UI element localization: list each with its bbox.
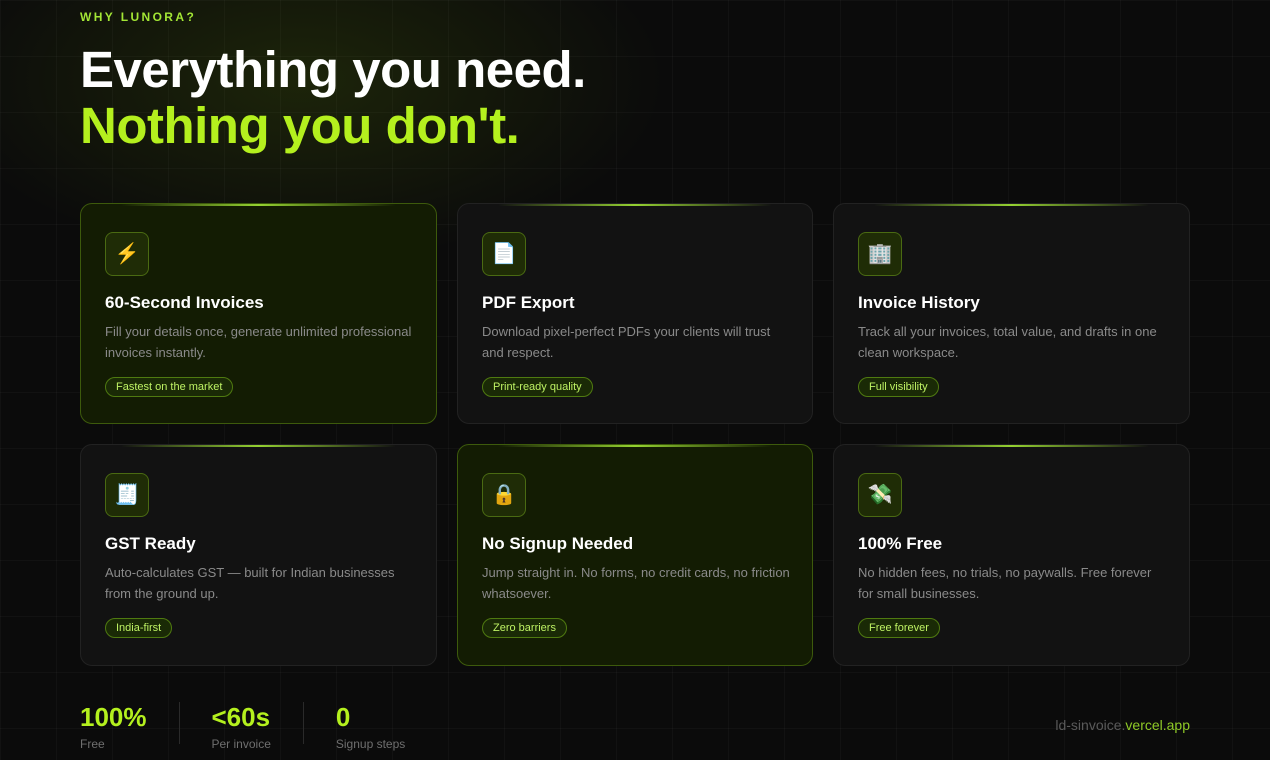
feature-title: GST Ready bbox=[105, 534, 196, 553]
feature-description: No hidden fees, no trials, no paywalls. … bbox=[858, 565, 1152, 601]
feature-title: 60-Second Invoices bbox=[105, 293, 264, 312]
receipt-icon: 🧾 bbox=[105, 473, 149, 517]
stat-label: Free bbox=[80, 737, 105, 751]
feature-badge: India-first bbox=[105, 618, 173, 638]
section-eyebrow: WHY LUNORA? bbox=[80, 10, 197, 24]
feature-card-100-free: 💸 100% Free No hidden fees, no trials, n… bbox=[833, 444, 1190, 666]
stat-free: 100% Free bbox=[80, 702, 179, 751]
feature-badge: Print-ready quality bbox=[482, 377, 593, 397]
headline-line-2: Nothing you don't. bbox=[80, 97, 520, 154]
feature-description: Download pixel-perfect PDFs your clients… bbox=[482, 324, 771, 360]
feature-title: 100% Free bbox=[858, 534, 943, 553]
feature-card-gst-ready: 🧾 GST Ready Auto-calculates GST — built … bbox=[80, 444, 437, 666]
feature-description: Auto-calculates GST — built for Indian b… bbox=[105, 565, 395, 601]
feature-title: PDF Export bbox=[482, 293, 575, 312]
feature-description: Track all your invoices, total value, an… bbox=[858, 324, 1157, 360]
stat-value: <60s bbox=[211, 702, 271, 732]
feature-title: Invoice History bbox=[858, 293, 980, 312]
headline-line-1: Everything you need. bbox=[80, 41, 586, 98]
domain-prefix: ld-sinvoice. bbox=[1055, 717, 1126, 733]
feature-badge: Zero barriers bbox=[482, 618, 567, 638]
feature-description: Jump straight in. No forms, no credit ca… bbox=[482, 565, 790, 601]
document-icon: 📄 bbox=[482, 232, 526, 276]
feature-card-60-second-invoices: ⚡ 60-Second Invoices Fill your details o… bbox=[80, 203, 437, 424]
feature-badge: Fastest on the market bbox=[105, 377, 234, 397]
stat-signup-steps: 0 Signup steps bbox=[302, 702, 437, 751]
feature-badge: Full visibility bbox=[858, 377, 939, 397]
stats-row: 100% Free <60s Per invoice 0 Signup step… bbox=[80, 702, 437, 751]
section-headline: Everything you need. Nothing you don't. bbox=[80, 42, 586, 154]
feature-card-no-signup-needed: 🔒 No Signup Needed Jump straight in. No … bbox=[457, 444, 813, 666]
stat-per-invoice: <60s Per invoice bbox=[178, 702, 303, 751]
feature-card-pdf-export: 📄 PDF Export Download pixel-perfect PDFs… bbox=[457, 203, 813, 424]
lock-icon: 🔒 bbox=[482, 473, 526, 517]
stat-label: Signup steps bbox=[335, 737, 406, 751]
feature-card-invoice-history: 🏢 Invoice History Track all your invoice… bbox=[833, 203, 1190, 424]
domain-link[interactable]: ld-sinvoice.vercel.app bbox=[1055, 717, 1190, 733]
stat-value: 0 bbox=[335, 702, 351, 732]
feature-description: Fill your details once, generate unlimit… bbox=[105, 324, 412, 360]
money-with-wings-icon: 💸 bbox=[858, 473, 902, 517]
domain-suffix: vercel.app bbox=[1125, 717, 1190, 733]
office-building-icon: 🏢 bbox=[858, 232, 902, 276]
stat-value: 100% bbox=[80, 702, 147, 732]
feature-badge: Free forever bbox=[858, 618, 940, 638]
stat-label: Per invoice bbox=[211, 737, 271, 751]
lightning-icon: ⚡ bbox=[105, 232, 149, 276]
feature-grid: ⚡ 60-Second Invoices Fill your details o… bbox=[80, 203, 1190, 666]
feature-title: No Signup Needed bbox=[482, 534, 634, 553]
